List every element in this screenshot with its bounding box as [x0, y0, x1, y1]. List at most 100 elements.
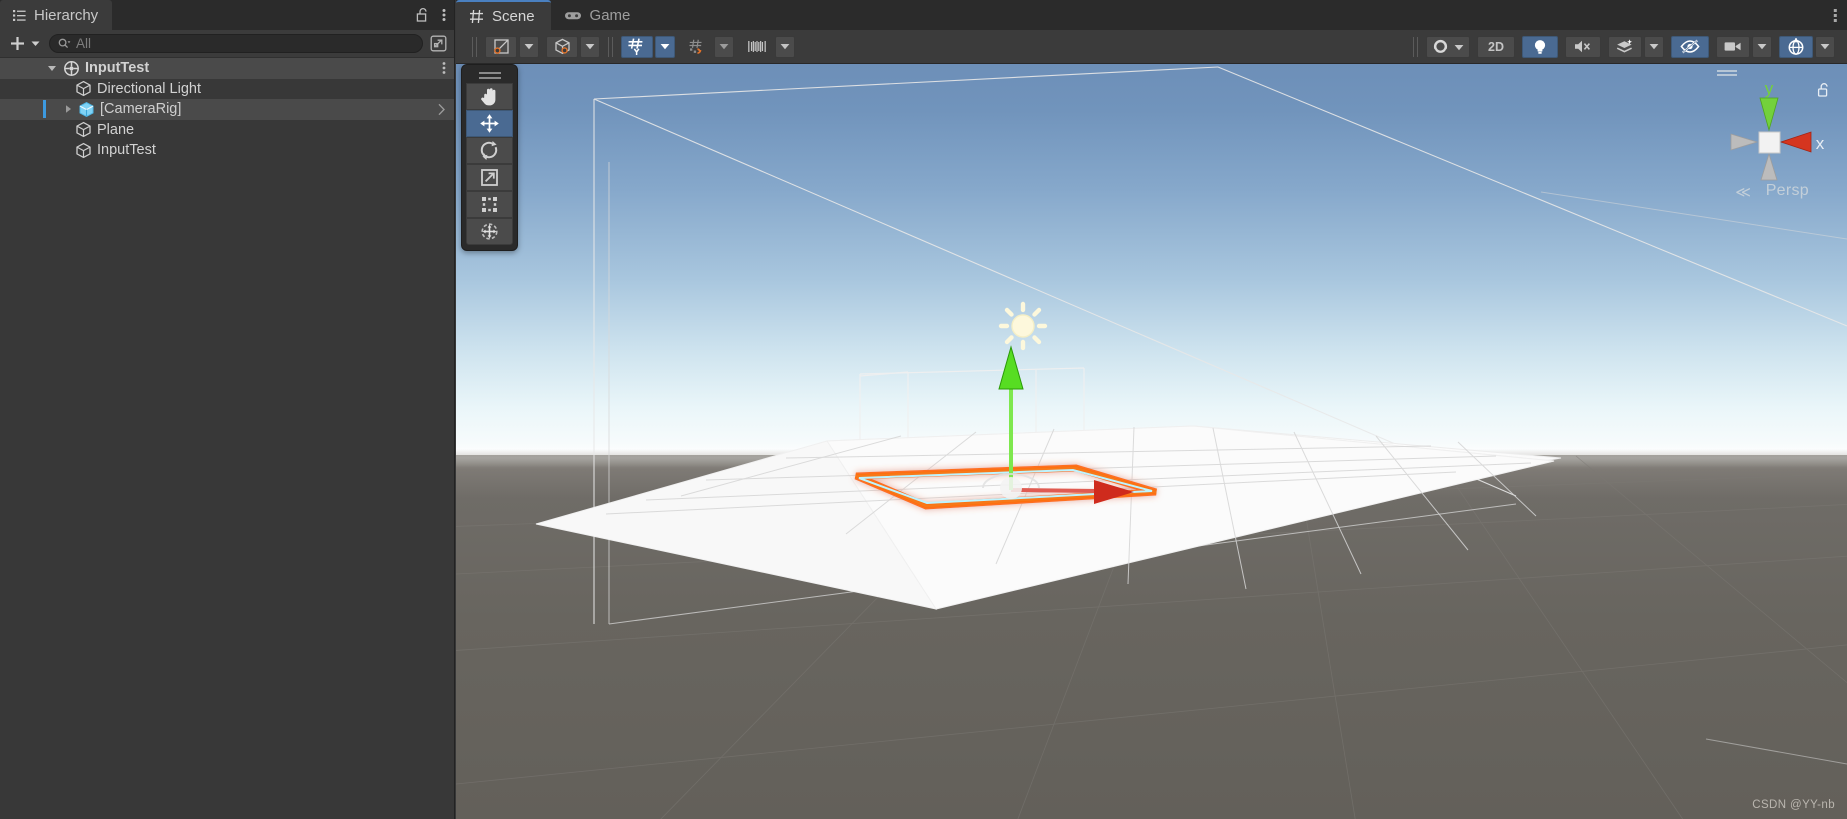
toggle-gizmos-hidden-button[interactable]	[1671, 35, 1709, 58]
fx-layers-icon[interactable]	[1608, 35, 1642, 58]
scene-panel: Scene Game 2D y x ≪ Persp CSDN @YY-nb	[456, 0, 1847, 819]
hierarchy-row-camerarig[interactable]: [CameraRig]	[0, 99, 454, 120]
projection-toggle-arrow-icon[interactable]: ≪	[1735, 183, 1751, 201]
toggle-gizmos-group	[1779, 35, 1835, 58]
gizmo-center-cube	[1758, 131, 1781, 154]
hierarchy-row-scene-inputtest[interactable]: InputTest	[0, 58, 454, 79]
projection-mode-label[interactable]: Persp	[1766, 182, 1809, 200]
scene-3d-content	[456, 66, 1847, 819]
scene-camera-settings-group	[1716, 35, 1772, 58]
hierarchy-row-inputtest-object[interactable]: InputTest	[0, 140, 454, 161]
hierarchy-tabbar: Hierarchy	[0, 0, 454, 30]
snap-increment-caret-down-icon[interactable]	[775, 35, 795, 58]
search-icon	[58, 38, 71, 50]
scene-toolbar-snap-increment-group	[741, 35, 795, 58]
camera-mode-caret-down-icon	[1454, 40, 1464, 54]
toggle-scene-lighting-button[interactable]	[1522, 35, 1558, 58]
toggle-fx-group	[1608, 35, 1664, 58]
scene-view-camera-mode-button[interactable]	[1426, 35, 1470, 58]
scene-tabbar-menu-icon[interactable]	[1833, 0, 1838, 30]
toolbar-divider	[472, 36, 477, 57]
tab-game[interactable]: Game	[551, 0, 647, 30]
toggle-2d-label: 2D	[1488, 39, 1504, 54]
ruler-icon[interactable]	[741, 36, 773, 58]
rect-tool-button[interactable]	[466, 191, 513, 218]
toggle-2d-button[interactable]: 2D	[1477, 35, 1515, 58]
scene-camera-caret-down-icon[interactable]	[1752, 35, 1772, 58]
hierarchy-tabbar-icons	[416, 0, 446, 30]
gamepad-icon	[564, 9, 582, 22]
rotate-tool-button[interactable]	[466, 137, 513, 164]
tab-scene-label: Scene	[492, 7, 535, 25]
sphere-icon	[1432, 38, 1449, 55]
prefab-icon	[78, 101, 95, 118]
gizmo-axis-x-label: x	[1816, 134, 1825, 153]
toggle-gizmos-caret-down-icon[interactable]	[1815, 35, 1835, 58]
plane-mesh-full	[826, 425, 1555, 610]
scene-tool-palette	[461, 64, 518, 251]
expand-arrow-expanded-icon[interactable]	[46, 63, 58, 73]
gizmo-axis-negx-cone	[1730, 133, 1759, 151]
hierarchy-row-label: Plane	[97, 121, 135, 138]
shaded-mode-icon[interactable]	[485, 35, 517, 58]
transform-tool-button[interactable]	[466, 218, 513, 245]
gameobject-icon	[75, 80, 92, 97]
gameobject-icon	[75, 121, 92, 138]
draw-mode-caret-down-icon[interactable]	[519, 35, 539, 58]
watermark-label: CSDN @YY-nb	[1752, 799, 1835, 811]
lock-open-icon[interactable]	[416, 7, 430, 23]
scene-kebab-menu-icon[interactable]	[442, 58, 446, 79]
open-in-new-window-icon[interactable]	[429, 34, 448, 53]
grid-snapping-caret-down-icon[interactable]	[714, 35, 734, 58]
unity-editor-window: Hierarchy All InputTest Directional Ligh…	[0, 0, 1847, 819]
prefab-open-chevron-icon[interactable]	[437, 99, 446, 120]
tab-hierarchy[interactable]: Hierarchy	[0, 0, 113, 30]
hierarchy-row-label: InputTest	[97, 142, 156, 159]
expand-arrow-collapsed-icon[interactable]	[62, 104, 74, 114]
scene-grid-icon	[469, 9, 484, 24]
scene-viewport[interactable]: y x ≪ Persp CSDN @YY-nb	[456, 64, 1847, 819]
scene-toolbar-shading-group	[546, 35, 600, 58]
tab-hierarchy-label: Hierarchy	[34, 6, 99, 24]
selection-indicator	[43, 100, 46, 118]
video-camera-icon[interactable]	[1716, 35, 1750, 58]
add-gameobject-button[interactable]	[6, 35, 43, 52]
tab-scene[interactable]: Scene	[456, 0, 551, 30]
grid-magnet-icon[interactable]	[682, 36, 712, 58]
hierarchy-row-plane[interactable]: Plane	[0, 120, 454, 141]
move-tool-button[interactable]	[466, 110, 513, 137]
hierarchy-row-label: Directional Light	[97, 80, 201, 97]
scene-icon	[63, 60, 80, 77]
shading-mode-caret-down-icon[interactable]	[580, 35, 600, 58]
scene-toolbar-draw-mode-group	[485, 35, 539, 58]
gizmo-axis-y-cone	[1759, 97, 1779, 132]
grid-visibility-caret-down-icon[interactable]	[655, 35, 675, 58]
hierarchy-toolbar: All	[0, 30, 454, 58]
hierarchy-panel: Hierarchy All InputTest Directional Ligh…	[0, 0, 455, 819]
hierarchy-row-directional-light[interactable]: Directional Light	[0, 79, 454, 100]
speaker-mute-icon	[1573, 38, 1593, 55]
hierarchy-list-icon	[12, 8, 27, 23]
hierarchy-row-label: [CameraRig]	[100, 101, 182, 118]
kebab-menu-icon[interactable]	[442, 7, 446, 23]
lightbulb-icon	[1532, 38, 1548, 56]
scene-view-camera-mode-group	[1426, 35, 1470, 58]
gizmos-globe-icon[interactable]	[1779, 35, 1813, 58]
search-input[interactable]: All	[49, 34, 423, 53]
toggle-audio-button[interactable]	[1565, 35, 1601, 58]
hierarchy-tree: InputTest Directional Light [CameraRig] …	[0, 58, 454, 161]
grid-y-icon[interactable]	[621, 35, 653, 58]
toggle-fx-caret-down-icon[interactable]	[1644, 35, 1664, 58]
cube-wire-icon[interactable]	[546, 35, 578, 58]
scene-tabbar: Scene Game	[456, 0, 1847, 30]
hand-tool-button[interactable]	[466, 83, 513, 110]
search-input-placeholder: All	[76, 36, 92, 51]
sun-light-icon	[998, 301, 1048, 351]
drag-handle-icon[interactable]	[478, 72, 501, 79]
scale-tool-button[interactable]	[466, 164, 513, 191]
gizmo-axis-negy-cone	[1760, 152, 1778, 181]
plus-icon	[9, 35, 26, 52]
gizmo-axis-y-label: y	[1765, 79, 1774, 98]
scene-toolbar-grid-visibility-group	[621, 35, 675, 58]
hierarchy-row-label: InputTest	[85, 60, 150, 77]
